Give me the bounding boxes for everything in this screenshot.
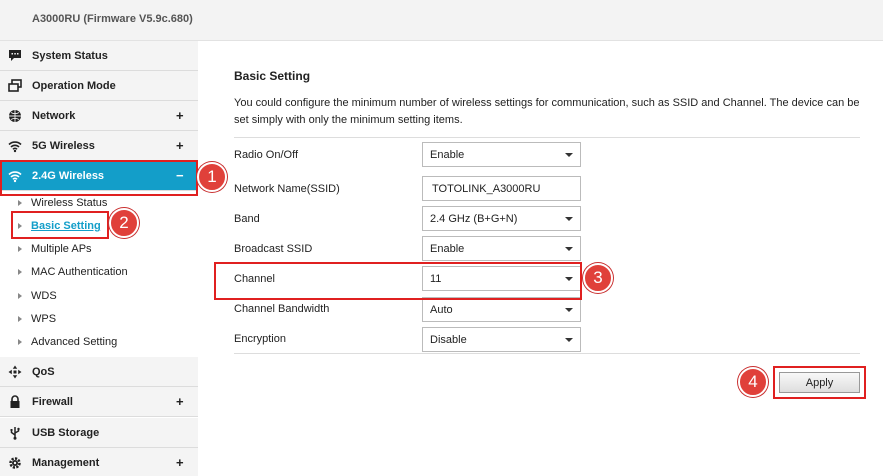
submenu-label: WPS bbox=[31, 313, 57, 325]
submenu-multiple-aps[interactable]: Multiple APs bbox=[0, 238, 198, 261]
header-bar: A3000RU (Firmware V5.9c.680) bbox=[0, 0, 883, 41]
menu-label: Network bbox=[32, 110, 76, 122]
bullet-icon bbox=[18, 246, 22, 252]
menu-management[interactable]: Management + bbox=[0, 448, 198, 476]
step-badge-4: 4 bbox=[738, 367, 768, 397]
chevron-down-icon bbox=[565, 308, 573, 312]
encryption-select[interactable]: Disable bbox=[422, 327, 581, 352]
ssid-input[interactable] bbox=[422, 176, 581, 201]
windows-icon bbox=[8, 79, 22, 92]
menu-label: System Status bbox=[32, 50, 108, 62]
chevron-down-icon bbox=[565, 247, 573, 251]
broadcast-ssid-select[interactable]: Enable bbox=[422, 236, 581, 261]
menu-label: Management bbox=[32, 457, 100, 469]
highlight-channel bbox=[214, 262, 582, 300]
broadcast-ssid-label: Broadcast SSID bbox=[234, 243, 313, 255]
qos-icon bbox=[8, 365, 22, 379]
expand-icon[interactable]: + bbox=[176, 108, 184, 123]
submenu-label: Multiple APs bbox=[31, 243, 92, 255]
globe-icon bbox=[9, 110, 21, 122]
menu-label: 5G Wireless bbox=[32, 140, 95, 152]
select-value: 2.4 GHz (B+G+N) bbox=[430, 213, 518, 225]
menu-usb-storage[interactable]: USB Storage bbox=[0, 418, 198, 448]
submenu-label: WDS bbox=[31, 290, 57, 302]
usb-icon bbox=[10, 427, 20, 440]
band-select[interactable]: 2.4 GHz (B+G+N) bbox=[422, 206, 581, 231]
menu-5g-wireless[interactable]: 5G Wireless + bbox=[0, 131, 198, 161]
divider bbox=[234, 353, 860, 354]
submenu-wds[interactable]: WDS bbox=[0, 285, 198, 308]
submenu-advanced-setting[interactable]: Advanced Setting bbox=[0, 331, 198, 354]
select-value: Auto bbox=[430, 304, 453, 316]
menu-label: Operation Mode bbox=[32, 80, 116, 92]
gear-icon bbox=[9, 457, 21, 469]
apply-highlight: Apply bbox=[773, 366, 866, 399]
highlight-basic-setting bbox=[11, 211, 109, 239]
chevron-down-icon bbox=[565, 338, 573, 342]
radio-label: Radio On/Off bbox=[234, 149, 298, 161]
menu-label: QoS bbox=[32, 366, 55, 378]
expand-icon[interactable]: + bbox=[176, 394, 184, 409]
ssid-label: Network Name(SSID) bbox=[234, 183, 340, 195]
bullet-icon bbox=[18, 339, 22, 345]
page-description: You could configure the minimum number o… bbox=[234, 97, 860, 126]
channel-bandwidth-select[interactable]: Auto bbox=[422, 297, 581, 322]
band-label: Band bbox=[234, 213, 260, 225]
submenu-wps[interactable]: WPS bbox=[0, 308, 198, 331]
router-admin-page: A3000RU (Firmware V5.9c.680) System Stat… bbox=[0, 0, 883, 476]
highlight-2-4g-wireless bbox=[0, 160, 198, 196]
submenu-label: Advanced Setting bbox=[31, 336, 118, 348]
bullet-icon bbox=[18, 293, 22, 299]
menu-qos[interactable]: QoS bbox=[0, 357, 198, 387]
select-value: Disable bbox=[430, 334, 467, 346]
apply-button[interactable]: Apply bbox=[779, 372, 860, 393]
lock-icon bbox=[10, 395, 20, 408]
menu-firewall[interactable]: Firewall + bbox=[0, 387, 198, 417]
chevron-down-icon bbox=[565, 217, 573, 221]
step-badge-1: 1 bbox=[197, 162, 227, 192]
submenu-label: Wireless Status bbox=[31, 197, 108, 209]
menu-system-status[interactable]: System Status bbox=[0, 41, 198, 71]
submenu-mac-authentication[interactable]: MAC Authentication bbox=[0, 261, 198, 284]
wifi-icon bbox=[8, 141, 22, 153]
page-title: Basic Setting bbox=[234, 69, 311, 83]
menu-operation-mode[interactable]: Operation Mode bbox=[0, 71, 198, 101]
expand-icon[interactable]: + bbox=[176, 455, 184, 470]
encryption-label: Encryption bbox=[234, 333, 286, 345]
step-badge-3: 3 bbox=[583, 263, 613, 293]
radio-select[interactable]: Enable bbox=[422, 142, 581, 167]
divider bbox=[234, 137, 860, 138]
menu-label: USB Storage bbox=[32, 427, 100, 439]
sidebar: System Status Operation Mode Network + 5… bbox=[0, 41, 200, 476]
main-content: Basic Setting You could configure the mi… bbox=[200, 41, 883, 476]
channel-bandwidth-label: Channel Bandwidth bbox=[234, 303, 330, 315]
submenu-label: MAC Authentication bbox=[31, 266, 128, 278]
chevron-down-icon bbox=[565, 153, 573, 157]
bullet-icon bbox=[18, 200, 22, 206]
step-badge-2: 2 bbox=[109, 208, 139, 238]
chat-icon bbox=[9, 50, 21, 61]
select-value: Enable bbox=[430, 243, 465, 255]
menu-label: Firewall bbox=[32, 396, 73, 408]
bullet-icon bbox=[18, 269, 22, 275]
expand-icon[interactable]: + bbox=[176, 138, 184, 153]
menu-network[interactable]: Network + bbox=[0, 101, 198, 131]
device-title: A3000RU (Firmware V5.9c.680) bbox=[32, 13, 193, 25]
select-value: Enable bbox=[430, 149, 465, 161]
bullet-icon bbox=[18, 316, 22, 322]
